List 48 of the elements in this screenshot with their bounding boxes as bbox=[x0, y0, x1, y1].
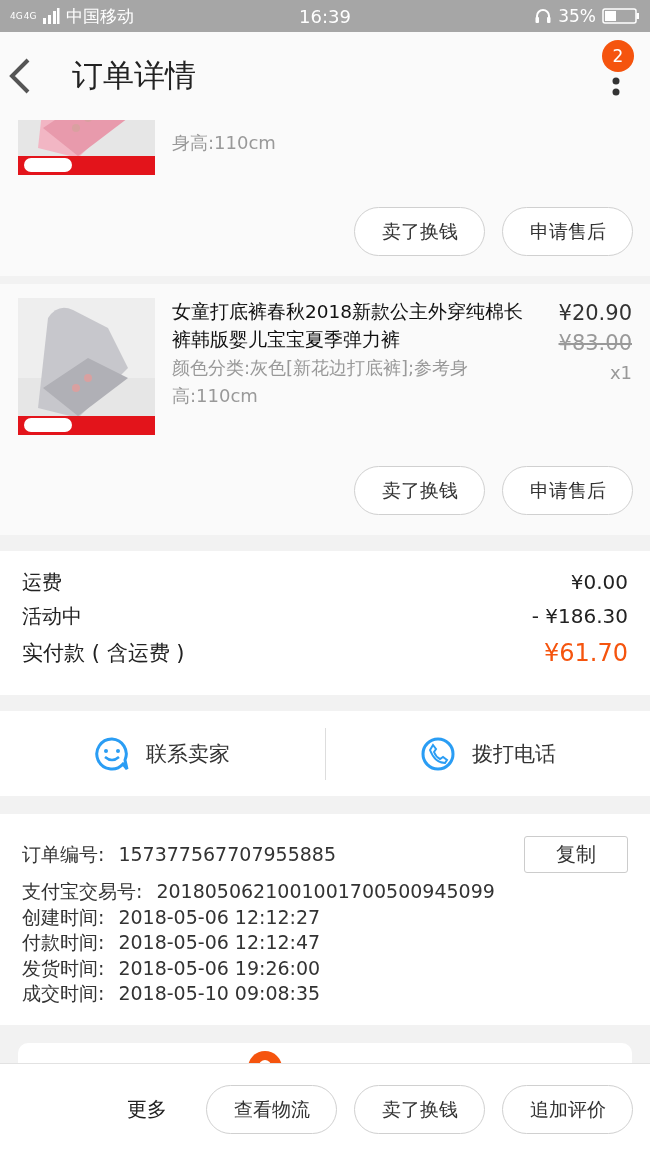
battery-percent: 35% bbox=[558, 6, 596, 26]
field-value: 2018-05-06 12:12:47 bbox=[118, 930, 321, 955]
order-number: 157377567707955885 bbox=[118, 841, 336, 867]
action-button[interactable]: 查看物流 bbox=[206, 1085, 337, 1134]
action-button[interactable]: 追加评价 bbox=[502, 1085, 633, 1134]
summary-label: 活动中 bbox=[22, 603, 82, 630]
total-label: 实付款 ( 含运费 ) bbox=[22, 640, 185, 667]
product-price: ¥20.90 bbox=[557, 300, 632, 327]
network-label: 4G bbox=[10, 11, 23, 21]
field-label: 创建时间: bbox=[22, 904, 105, 930]
chat-icon bbox=[94, 735, 131, 772]
action-button[interactable]: 卖了换钱 bbox=[354, 466, 485, 515]
copy-button[interactable]: 复制 bbox=[524, 836, 628, 873]
field-label: 订单编号: bbox=[22, 841, 105, 867]
battery-icon bbox=[602, 8, 640, 24]
field-label: 发货时间: bbox=[22, 955, 105, 981]
page-title: 订单详情 bbox=[72, 56, 197, 95]
field-label: 支付宝交易号: bbox=[22, 879, 143, 904]
field-label: 成交时间: bbox=[22, 981, 105, 1006]
action-button[interactable]: 申请售后 bbox=[502, 466, 633, 515]
carrier-name: 中国移动 bbox=[66, 4, 135, 28]
product-attributes: 颜色分类:灰色[新花边打底裤];参考身高:110cm bbox=[172, 356, 470, 408]
clock-time: 16:39 bbox=[299, 5, 351, 27]
total-amount: ¥61.70 bbox=[544, 638, 628, 669]
signal-icon bbox=[42, 8, 61, 24]
chat-button[interactable]: 联系卖家 bbox=[0, 727, 325, 780]
notification-badge: 2 bbox=[602, 40, 634, 72]
action-button[interactable]: 申请售后 bbox=[502, 207, 633, 256]
quantity: x1 bbox=[608, 361, 632, 385]
field-value: 2018-05-06 12:12:27 bbox=[118, 904, 321, 930]
action-button[interactable]: 卖了换钱 bbox=[354, 1085, 485, 1134]
original-price: ¥83.00 bbox=[557, 330, 632, 357]
product-attributes: 身高:110cm bbox=[172, 131, 277, 155]
action-button[interactable]: 卖了换钱 bbox=[354, 207, 485, 256]
field-value: 2018050621001001700500945099 bbox=[156, 879, 495, 904]
phone-icon bbox=[419, 735, 456, 772]
field-label: 付款时间: bbox=[22, 930, 105, 955]
call-button[interactable]: 拨打电话 bbox=[324, 727, 650, 780]
summary-value: ¥0.00 bbox=[570, 569, 628, 596]
headset-icon bbox=[534, 7, 553, 25]
field-value: 2018-05-06 19:26:00 bbox=[118, 955, 321, 981]
summary-value: - ¥186.30 bbox=[531, 603, 628, 630]
more-menu-button[interactable] bbox=[612, 77, 620, 97]
more-button[interactable]: 更多 bbox=[127, 1096, 167, 1123]
summary-label: 运费 bbox=[22, 569, 62, 596]
field-value: 2018-05-10 09:08:35 bbox=[118, 981, 321, 1006]
product-title[interactable]: 女童打底裤春秋2018新款公主外穿纯棉长裤韩版婴儿宝宝夏季弹力裤 bbox=[172, 298, 525, 354]
network-label: 4G bbox=[23, 11, 37, 21]
